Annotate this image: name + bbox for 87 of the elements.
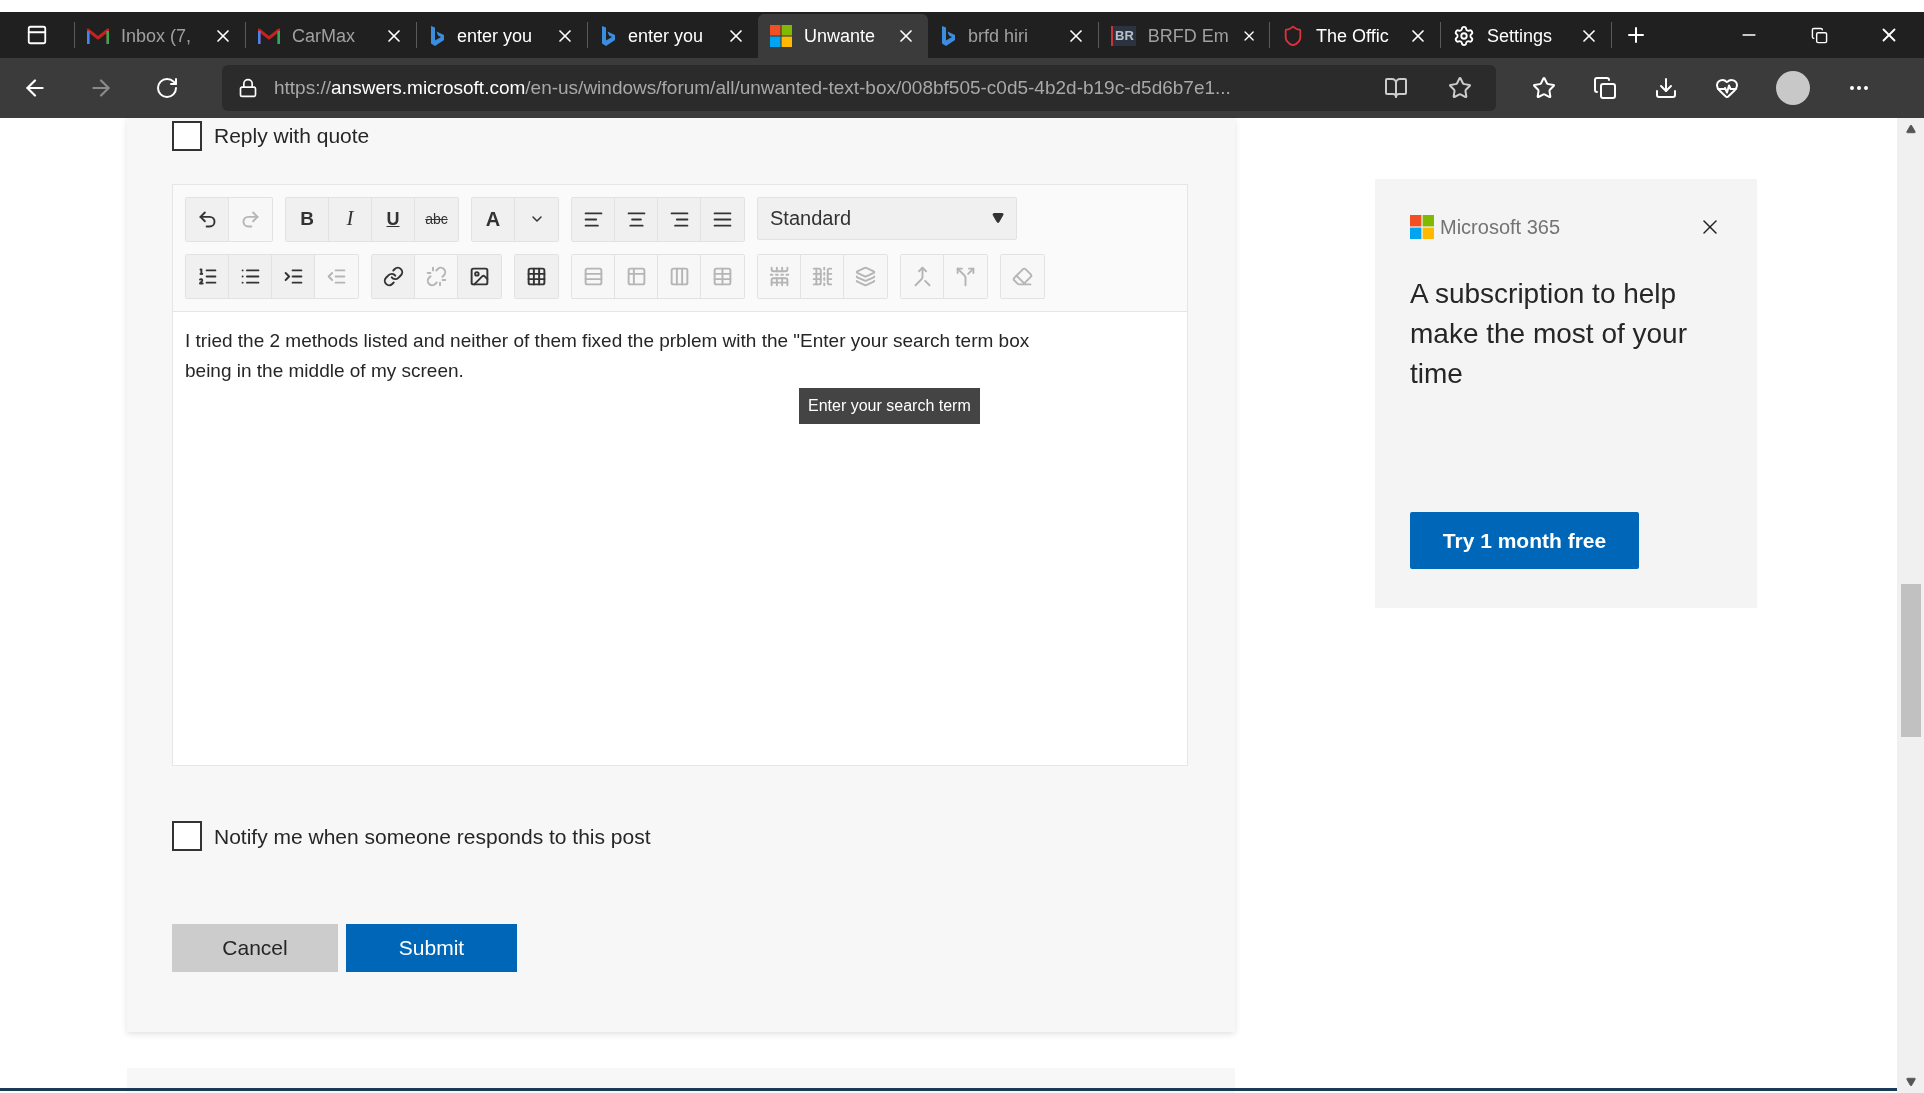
shield-icon <box>1282 25 1304 47</box>
tab-actions-icon[interactable] <box>26 24 48 46</box>
collections-icon[interactable] <box>1593 76 1617 100</box>
tab-title: Unwante <box>804 24 877 48</box>
download-icon[interactable] <box>1654 76 1678 100</box>
tab-title: BRFD Em <box>1147 24 1229 48</box>
browser-tab[interactable]: Settings <box>1441 14 1611 58</box>
table-button[interactable] <box>515 254 558 298</box>
restore-icon[interactable] <box>1810 26 1828 44</box>
profile-avatar[interactable] <box>1776 71 1810 105</box>
checkbox-label: Notify me when someone responds to this post <box>214 823 651 850</box>
scroll-up-icon[interactable] <box>1905 124 1916 134</box>
tab-title: CarMax <box>292 24 356 48</box>
table-columns-icon <box>811 265 833 287</box>
four-squares-icon <box>1410 215 1434 239</box>
bold-button[interactable]: B <box>286 197 329 241</box>
ad-headline: A subscription to help make the most of your time <box>1410 277 1688 391</box>
trial-button[interactable]: Try 1 month free <box>1410 512 1639 569</box>
browser-tab[interactable]: Unwante <box>758 14 928 58</box>
url-field[interactable]: https://answers.microsoft.com/en-us/windows/forum/all/unwanted-text-box/008bf505-c0d5-4b2d-b19c-d5d6b7e1... <box>222 65 1496 111</box>
star-plus-icon[interactable] <box>1448 76 1472 100</box>
reply-text[interactable]: I tried the 2 methods listed and neither of them fixed the prblem with the "Enter your search term box being in the middle of my screen. <box>185 325 1040 386</box>
tab-title: enter you <box>628 24 705 48</box>
table-columns-icon <box>668 265 690 287</box>
indent-button[interactable] <box>272 254 315 298</box>
tab-title: enter you <box>457 24 534 48</box>
b-logo-icon <box>600 25 616 47</box>
image-icon <box>469 265 490 287</box>
undo-button[interactable] <box>186 197 229 241</box>
browser-tab[interactable]: Inbox (7, <box>75 14 245 58</box>
four-squares-icon <box>770 25 792 47</box>
caret-icon <box>992 212 1004 224</box>
envelope-m-icon <box>87 27 109 45</box>
cancel-button[interactable]: Cancel <box>172 924 338 972</box>
justify-button[interactable] <box>701 197 744 241</box>
table-icon <box>712 265 733 287</box>
browser-tab[interactable]: enter you <box>588 14 758 58</box>
tab-title: brfd hiri <box>968 24 1030 48</box>
strike-button[interactable]: abc <box>415 197 458 241</box>
url-text: https://answers.microsoft.com/en-us/windows/forum/all/unwanted-text-box/008bf505-c0d5-4b2d-b19c-d5d6b7e1... <box>274 75 1232 100</box>
italic-button[interactable]: I <box>329 197 372 241</box>
checkbox[interactable] <box>172 821 202 852</box>
underline-button[interactable]: U <box>372 197 415 241</box>
submit-button[interactable]: Submit <box>346 924 517 972</box>
table-rows-icon <box>582 265 604 287</box>
tab-title: Inbox (7, <box>121 24 193 48</box>
settings-icon <box>1453 25 1475 47</box>
ordered-list-button[interactable] <box>186 254 229 298</box>
unlink-icon <box>425 265 447 287</box>
envelope-m-icon <box>258 27 280 45</box>
split-icon <box>955 265 976 287</box>
heart-pulse-icon[interactable] <box>1715 76 1739 100</box>
checkbox[interactable] <box>172 120 202 151</box>
table-grid-icon <box>526 265 547 287</box>
tab-title: The Offic <box>1316 24 1390 48</box>
lock-icon <box>238 78 258 98</box>
table-icon <box>625 265 647 287</box>
table-rows-icon <box>768 265 790 287</box>
browser-tab[interactable]: BR BRFD Em <box>1099 14 1269 58</box>
link-button[interactable] <box>372 254 415 298</box>
favorites-icon[interactable] <box>1532 76 1556 100</box>
format-dropdown[interactable]: Standard <box>757 196 1017 240</box>
bullet-list-button[interactable] <box>229 254 272 298</box>
browser-tab[interactable]: The Offic <box>1270 14 1440 58</box>
browser-tab[interactable]: CarMax <box>246 14 416 58</box>
scrollbar[interactable] <box>1897 118 1924 1093</box>
book-icon[interactable] <box>1384 76 1408 100</box>
tooltip: Enter your search term <box>799 387 980 424</box>
font-color-button[interactable]: A <box>472 197 515 241</box>
browser-tab[interactable]: brfd hiri <box>928 14 1098 58</box>
tab-badge: BR <box>1111 26 1136 46</box>
scroll-thumb[interactable] <box>1900 584 1921 737</box>
b-logo-icon <box>940 25 956 47</box>
brand-name: Microsoft 365 <box>1440 215 1561 240</box>
tab-title: Settings <box>1487 24 1554 48</box>
align-right-button[interactable] <box>658 197 701 241</box>
b-logo-icon <box>429 25 445 47</box>
eraser-icon <box>1012 265 1033 287</box>
scroll-down-icon[interactable] <box>1905 1077 1916 1087</box>
browser-tab[interactable]: enter you <box>417 14 587 58</box>
image-button[interactable] <box>458 254 501 298</box>
checkbox-label: Reply with quote <box>214 123 370 149</box>
link-icon <box>382 265 404 287</box>
layers-icon <box>855 265 876 287</box>
align-left-button[interactable] <box>572 197 615 241</box>
refresh-icon[interactable] <box>155 76 179 100</box>
align-center-button[interactable] <box>615 197 658 241</box>
